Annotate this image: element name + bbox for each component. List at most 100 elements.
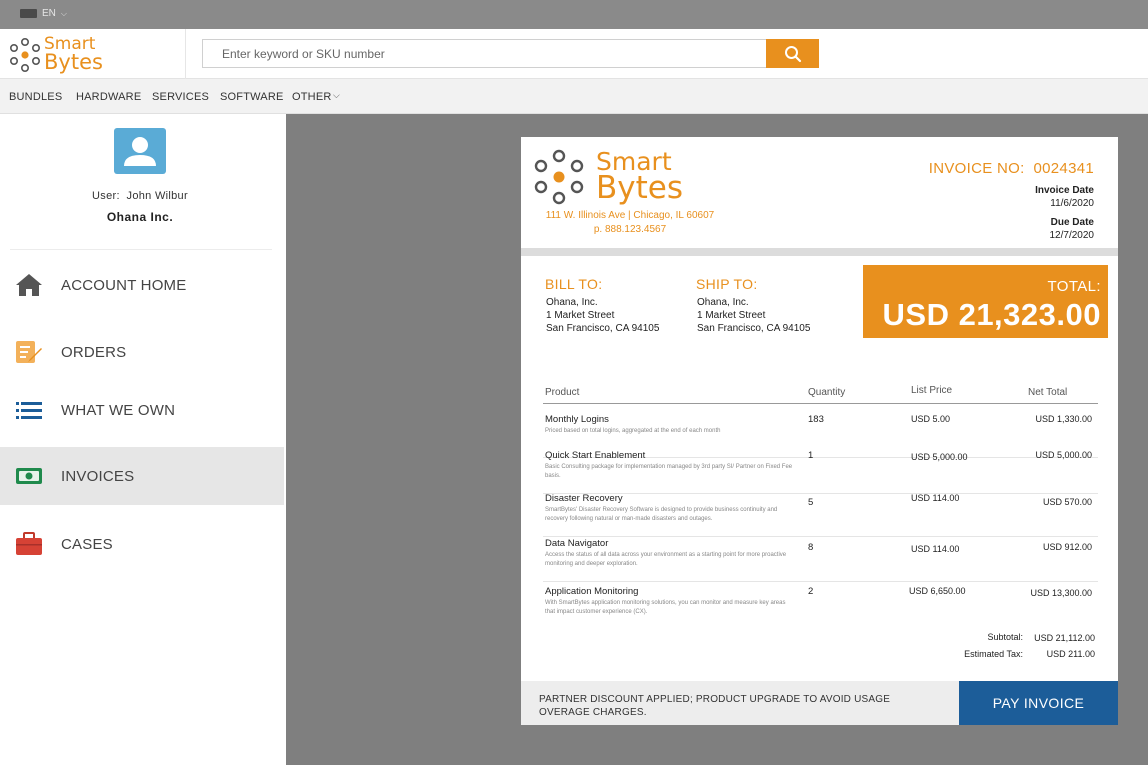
tax-label: Estimated Tax: [964, 649, 1023, 659]
product-quantity: 183 [808, 414, 824, 425]
user-name: John Wilbur [126, 190, 188, 202]
logo-wordmark: Smart Bytes [44, 36, 103, 74]
product-quantity: 5 [808, 497, 814, 508]
company-street: 111 W. Illinois Ave | Chicago, IL 60607 [545, 210, 715, 221]
search-button[interactable] [766, 39, 819, 68]
invoice-footer: PARTNER DISCOUNT APPLIED; PRODUCT UPGRAD… [521, 681, 1118, 725]
product-quantity: 2 [808, 586, 814, 597]
invoice-logo-word-2: Bytes [596, 170, 683, 206]
bill-to-heading: BILL TO: [545, 276, 603, 292]
site-header: Smart Bytes [0, 29, 1148, 79]
footer-note: PARTNER DISCOUNT APPLIED; PRODUCT UPGRAD… [539, 694, 891, 718]
total-label: TOTAL: [1047, 278, 1101, 295]
bill-to-address: Ohana, Inc. 1 Market Street San Francisc… [546, 296, 659, 335]
column-header-product: Product [545, 387, 580, 398]
sidebar-item-invoices[interactable]: INVOICES [0, 447, 284, 505]
product-quantity: 8 [808, 542, 814, 553]
orders-icon [15, 339, 43, 365]
sidebar-item-account-home[interactable]: ACCOUNT HOME [0, 256, 284, 314]
column-header-quantity: Quantity [808, 387, 846, 398]
product-description: With SmartBytes application monitoring s… [545, 600, 786, 615]
total-amount: USD 21,323.00 [882, 297, 1101, 332]
user-icon [124, 137, 156, 166]
table-row: Quick Start Enablement Basic Consulting … [543, 450, 1098, 494]
product-description: Access the status of all data across you… [545, 552, 787, 567]
sidebar-item-label: WHAT WE OWN [61, 401, 176, 419]
product-net-total: USD 570.00 [1042, 497, 1092, 507]
sidebar-item-orders[interactable]: ORDERS [0, 323, 284, 381]
sidebar-item-what-we-own[interactable]: WHAT WE OWN [0, 381, 284, 439]
logo-mark-icon [534, 149, 584, 205]
table-row: Data Navigator Access the status of all … [543, 538, 1098, 582]
org-name: Ohana Inc. [106, 210, 174, 224]
product-description: Basic Consulting package for implementat… [545, 464, 793, 479]
invoice-date-label: Invoice Date [1035, 185, 1094, 196]
invoice-document: Smart Bytes 111 W. Illinois Ave | Chicag… [521, 137, 1118, 725]
pay-invoice-button[interactable]: PAY INVOICE [959, 681, 1118, 725]
invoice-number: INVOICE NO: 0024341 [929, 160, 1094, 177]
table-row: Disaster Recovery SmartBytes' Disaster R… [543, 493, 1098, 537]
nav-services[interactable]: SERVICES [152, 91, 209, 103]
language-selector[interactable]: EN ⌵ [20, 8, 67, 19]
invoice-date: 11/6/2020 [1050, 198, 1094, 209]
subtotal-value: USD 21,112.00 [1034, 633, 1095, 643]
product-name: Monthly Logins [545, 414, 609, 425]
logo-mark-icon [9, 37, 40, 72]
company-phone: p. 888.123.4567 [593, 224, 667, 235]
avatar[interactable] [114, 128, 166, 174]
nav-hardware[interactable]: HARDWARE [76, 91, 141, 103]
sidebar-item-label: INVOICES [61, 467, 135, 485]
search-input[interactable] [202, 39, 768, 68]
product-net-total: USD 912.00 [1042, 542, 1092, 552]
bill-to-line: 1 Market Street [546, 310, 615, 321]
ship-to-heading: SHIP TO: [696, 276, 758, 292]
bill-to-line: Ohana, Inc. [546, 297, 598, 308]
top-language-bar: EN ⌵ [0, 0, 1148, 29]
company-address: 111 W. Illinois Ave | Chicago, IL 60607 … [543, 209, 717, 237]
column-header-list-price: List Price [911, 385, 953, 396]
list-icon [15, 397, 43, 423]
product-list-price: USD 6,650.00 [909, 586, 966, 596]
sidebar-item-label: ORDERS [61, 343, 127, 361]
ship-to-line: San Francisco, CA 94105 [697, 323, 811, 334]
home-icon [15, 272, 43, 298]
sidebar-item-cases[interactable]: CASES [0, 515, 284, 573]
product-name: Disaster Recovery [545, 493, 623, 504]
category-nav: BUNDLES HARDWARE SERVICES SOFTWARE OTHER… [0, 79, 1148, 114]
chevron-down-icon: ⌵ [60, 8, 67, 18]
nav-software[interactable]: SOFTWARE [220, 91, 284, 103]
user-name-line: User: John Wilbur [0, 190, 280, 202]
bill-to-line: San Francisco, CA 94105 [546, 323, 660, 334]
search-icon [784, 45, 801, 62]
product-description: SmartBytes' Disaster Recovery Software i… [545, 507, 778, 522]
chevron-down-icon[interactable]: ⌵ [333, 90, 340, 101]
nav-bundles[interactable]: BUNDLES [9, 91, 62, 103]
invoice-logo: Smart Bytes [532, 148, 712, 208]
nav-other[interactable]: OTHER [292, 91, 332, 103]
header-divider [185, 29, 186, 79]
product-net-total: USD 5,000.00 [1035, 450, 1092, 460]
product-list-price: USD 5,000.00 [911, 452, 968, 462]
product-name: Application Monitoring [545, 586, 639, 597]
product-net-total: USD 1,330.00 [1035, 414, 1092, 424]
column-header-net-total: Net Total [1028, 387, 1068, 398]
invoice-number-value: 0024341 [1033, 160, 1094, 177]
ship-to-line: Ohana, Inc. [697, 297, 749, 308]
sidebar-divider [10, 249, 272, 250]
ship-to-line: 1 Market Street [697, 310, 766, 321]
product-quantity: 1 [808, 450, 814, 461]
due-date: 12/7/2020 [1049, 230, 1095, 241]
language-label: EN [42, 8, 56, 19]
user-label: User: [92, 190, 120, 202]
product-list-price: USD 114.00 [911, 493, 960, 503]
briefcase-icon [15, 531, 43, 557]
smartbytes-logo[interactable]: Smart Bytes [8, 36, 128, 75]
flag-icon [20, 9, 37, 18]
total-box: TOTAL: USD 21,323.00 [863, 265, 1108, 338]
product-description: Priced based on total logins, aggregated… [545, 428, 721, 434]
table-row: Application Monitoring With SmartBytes a… [543, 586, 1098, 630]
logo-word-2: Bytes [44, 50, 103, 74]
due-date-label: Due Date [1050, 217, 1094, 228]
ship-to-address: Ohana, Inc. 1 Market Street San Francisc… [697, 296, 810, 335]
account-sidebar: User: John Wilbur Ohana Inc. ACCOUNT HOM… [0, 114, 286, 765]
